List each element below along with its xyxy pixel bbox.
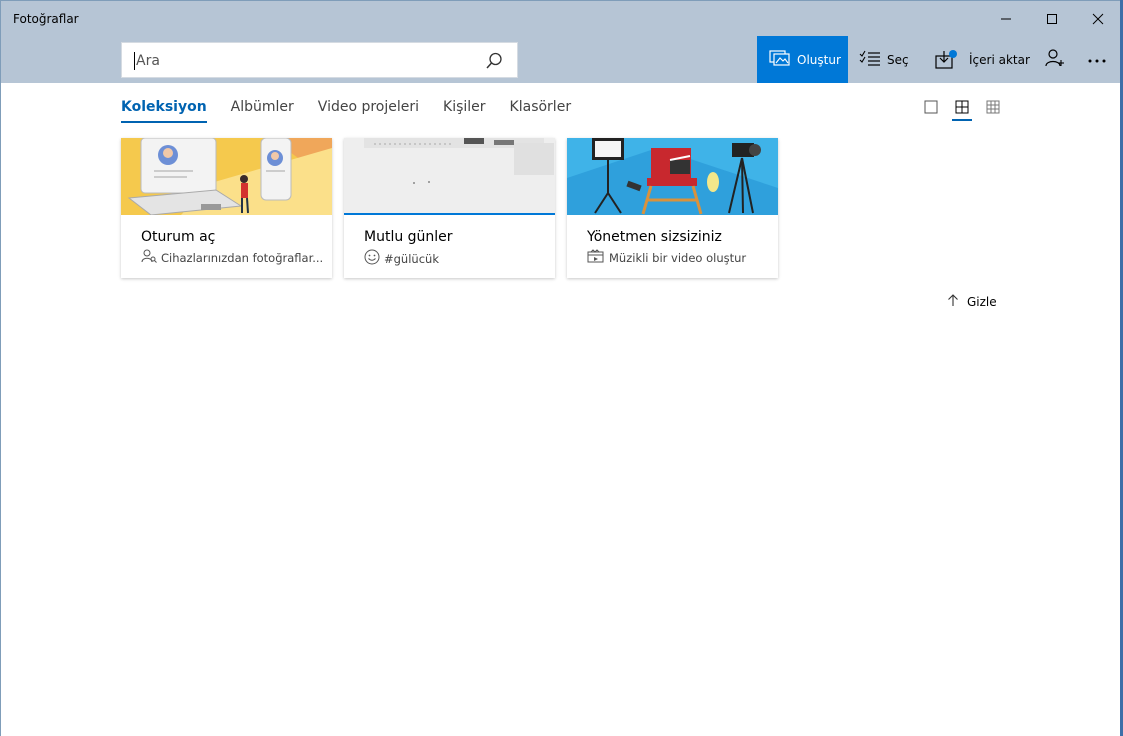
tab-collection[interactable]: Koleksiyon	[121, 99, 207, 123]
import-button-label: İçeri aktar	[969, 52, 1030, 67]
person-key-icon	[141, 249, 157, 266]
card-title: Yönetmen sizsiziniz	[587, 229, 722, 245]
window-title: Fotoğraflar	[13, 12, 79, 26]
hide-label: Gizle	[967, 294, 997, 309]
arrow-up-icon	[947, 293, 959, 310]
video-editor-icon	[587, 249, 605, 266]
close-button[interactable]	[1075, 1, 1121, 37]
view-medium-button[interactable]	[952, 98, 972, 121]
tab-albums[interactable]: Albümler	[231, 99, 294, 119]
director-card[interactable]: Yönetmen sizsiziniz Müzikli bir video ol…	[567, 138, 778, 278]
maximize-button[interactable]	[1029, 1, 1075, 37]
sign-in-card[interactable]: Oturum aç Cihazlarınızdan fotoğraflar...	[121, 138, 332, 278]
director-illustration	[567, 138, 778, 215]
happy-days-thumbnail	[344, 138, 555, 215]
more-options-button[interactable]	[1087, 36, 1107, 83]
minimize-icon	[1001, 18, 1011, 20]
add-person-icon	[1045, 49, 1065, 70]
create-button[interactable]: Oluştur	[757, 36, 848, 83]
view-small-button[interactable]	[984, 98, 1002, 116]
photos-app-window: Fotoğraflar Oluştur Seç	[0, 0, 1120, 736]
import-icon	[935, 49, 957, 70]
checklist-icon	[859, 49, 881, 70]
grid-3x3-icon	[986, 100, 1000, 114]
text-caret	[134, 52, 135, 70]
select-button[interactable]: Seç	[859, 36, 909, 83]
smiley-icon	[364, 249, 380, 268]
card-subtitle: Cihazlarınızdan fotoğraflar...	[141, 249, 323, 266]
single-square-icon	[924, 100, 938, 114]
search-input[interactable]	[136, 50, 466, 72]
create-button-label: Oluştur	[797, 52, 841, 67]
close-icon	[1092, 13, 1104, 25]
card-subtitle: Müzikli bir video oluştur	[587, 249, 746, 266]
search-icon[interactable]	[485, 52, 503, 74]
account-button[interactable]	[1045, 36, 1065, 83]
card-title: Oturum aç	[141, 229, 216, 245]
sign-in-illustration	[121, 138, 332, 215]
view-large-button[interactable]	[922, 98, 940, 116]
grid-2x2-icon	[955, 100, 969, 114]
card-title: Mutlu günler	[364, 229, 453, 245]
tab-people[interactable]: Kişiler	[443, 99, 486, 119]
card-subtitle: #gülücük	[364, 249, 439, 268]
maximize-icon	[1047, 14, 1057, 24]
more-icon	[1087, 53, 1107, 67]
tab-folders[interactable]: Klasörler	[510, 99, 572, 119]
happy-days-card[interactable]: Mutlu günler #gülücük	[344, 138, 555, 278]
title-bar: Fotoğraflar Oluştur Seç	[1, 1, 1120, 83]
hide-button[interactable]: Gizle	[947, 293, 997, 310]
create-photos-icon	[769, 49, 791, 70]
select-button-label: Seç	[887, 52, 909, 67]
import-button[interactable]: İçeri aktar	[935, 36, 1030, 83]
minimize-button[interactable]	[983, 1, 1029, 37]
search-box[interactable]	[121, 42, 518, 78]
tab-video-projects[interactable]: Video projeleri	[318, 99, 419, 119]
nav-tabs: Koleksiyon Albümler Video projeleri Kişi…	[121, 99, 595, 123]
